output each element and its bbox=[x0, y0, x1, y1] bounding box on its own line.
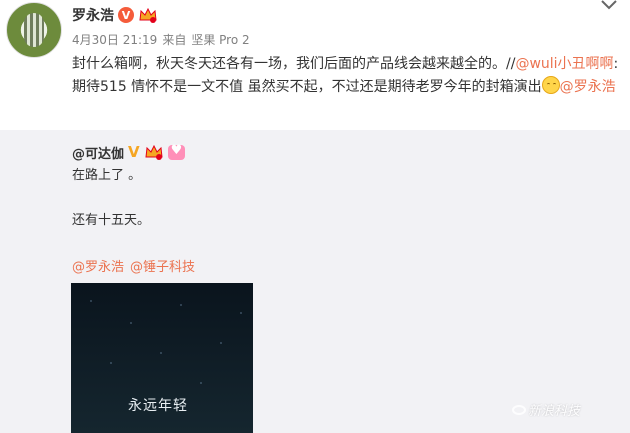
sina-watermark: 新浪科技 bbox=[512, 400, 580, 419]
repost-mentions: @罗永浩 @锤子科技 bbox=[72, 256, 195, 275]
post-source[interactable]: 坚果 Pro 2 bbox=[191, 31, 249, 48]
video-thumbnail[interactable]: 永远年轻 bbox=[71, 283, 253, 433]
sina-logo-icon bbox=[512, 404, 526, 415]
mention-link-author[interactable]: @罗永浩 bbox=[560, 79, 616, 95]
verified-v-icon: V bbox=[128, 143, 140, 161]
author-name[interactable]: 罗永浩 bbox=[72, 5, 114, 25]
vip-crown-icon bbox=[144, 143, 164, 161]
post-date[interactable]: 4月30日 21:19 bbox=[72, 31, 157, 48]
repost-line-2: 还有十五天。 bbox=[72, 213, 151, 228]
post-text: 封什么箱啊，秋天冬天还各有一场，我们后面的产品线会越来越全的。//@wuli小丑… bbox=[72, 53, 628, 99]
video-caption: 永远年轻 bbox=[128, 398, 188, 414]
source-prefix: 来自 bbox=[162, 33, 187, 47]
avatar[interactable] bbox=[6, 2, 62, 58]
chevron-down-icon[interactable] bbox=[600, 0, 618, 12]
smile-emoji-icon bbox=[541, 76, 560, 94]
vip-crown-icon bbox=[138, 6, 158, 24]
weibo-post: 罗永浩 V 4月30日 21:19 来自 坚果 Pro 2 封什么箱啊，秋天冬天… bbox=[0, 0, 630, 130]
verified-badge-icon: V bbox=[118, 7, 134, 23]
post-meta: 4月30日 21:19 来自 坚果 Pro 2 bbox=[72, 31, 250, 48]
repost-author-name[interactable]: @可达伽 bbox=[72, 143, 124, 162]
repost-line-1: 在路上了 。 bbox=[72, 168, 142, 183]
watermark-text: 新浪科技 bbox=[528, 404, 581, 419]
post-text-main: 封什么箱啊，秋天冬天还各有一场，我们后面的产品线会越来越全的。// bbox=[72, 56, 516, 72]
heart-badge-icon bbox=[167, 143, 185, 160]
mention-link[interactable]: @wuli小丑啊啊 bbox=[515, 56, 613, 72]
repost-author: @可达伽 V bbox=[72, 142, 185, 162]
reposted-content: @可达伽 V 在路上了 。 还有十五天。 @罗永浩 @锤子科技 永远年轻 新浪科… bbox=[0, 130, 630, 433]
mention-smartisan[interactable]: @锤子科技 bbox=[130, 256, 195, 275]
post-author: 罗永浩 V bbox=[72, 4, 158, 26]
mention-luo[interactable]: @罗永浩 bbox=[72, 256, 124, 275]
